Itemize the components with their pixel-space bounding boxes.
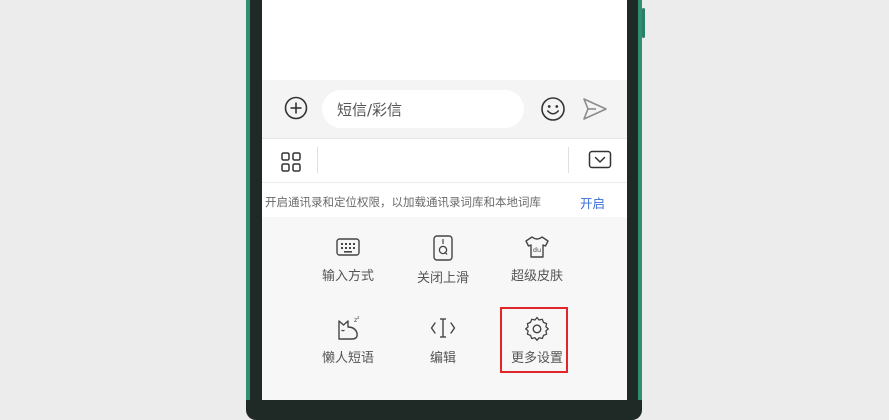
super-skin-label: 超级皮肤	[510, 269, 563, 284]
lazy-phrases-item[interactable]: z z 懒人短语	[308, 315, 388, 385]
toolbox-grid-button[interactable]	[280, 151, 302, 173]
enable-permission-link[interactable]: 开启	[580, 193, 605, 212]
sms-input[interactable]: 短信/彩信	[322, 90, 524, 128]
grid-icon	[281, 152, 301, 172]
edit-label: 编辑	[429, 351, 456, 366]
toolbar-divider	[317, 147, 318, 173]
disable-swipe-up-label: 关闭上滑	[416, 271, 469, 286]
plus-circle-icon	[284, 96, 308, 120]
tshirt-icon: du	[525, 236, 549, 258]
emoji-button[interactable]	[540, 96, 566, 122]
phone-screen: 短信/彩信 开启通讯录和定位权限，以加载通讯录词库和本地词库 开启 输入方式 关…	[262, 0, 627, 400]
send-arrow-icon	[583, 98, 607, 120]
phone-edge-left	[246, 0, 250, 400]
smiley-icon	[541, 97, 565, 121]
message-area	[262, 0, 627, 80]
compose-bar: 短信/彩信	[262, 80, 627, 138]
keyboard-toolbar	[262, 138, 627, 183]
lazy-phrases-label: 懒人短语	[321, 351, 374, 366]
permission-bar: 开启通讯录和定位权限，以加载通讯录词库和本地词库 开启	[262, 182, 627, 218]
svg-text:z: z	[357, 316, 360, 321]
keyboard-settings-panel: 输入方式 关闭上滑 du 超级皮肤 z z 懒人短语 编辑 更多设置	[262, 217, 627, 400]
send-button[interactable]	[582, 97, 608, 121]
phone-edge-right	[638, 0, 642, 400]
chevron-down-box-icon	[588, 150, 612, 169]
highlight-box	[500, 307, 568, 373]
cursor-edit-icon	[430, 318, 456, 338]
swipe-up-icon	[433, 235, 453, 261]
permission-message: 开启通讯录和定位权限，以加载通讯录词库和本地词库	[265, 195, 541, 209]
sleepy-cat-icon: z z	[338, 316, 360, 340]
super-skin-item[interactable]: du 超级皮肤	[497, 235, 577, 305]
keyboard-icon	[336, 238, 360, 256]
toolbar-divider	[568, 147, 569, 173]
edit-item[interactable]: 编辑	[403, 315, 483, 385]
disable-swipe-up-item[interactable]: 关闭上滑	[403, 235, 483, 305]
add-attachment-button[interactable]	[284, 96, 308, 120]
input-method-label: 输入方式	[321, 269, 374, 284]
svg-text:du: du	[533, 246, 541, 254]
collapse-keyboard-button[interactable]	[588, 150, 612, 170]
sms-input-placeholder: 短信/彩信	[337, 101, 403, 119]
input-method-item[interactable]: 输入方式	[308, 235, 388, 305]
phone-side-button	[642, 8, 645, 38]
